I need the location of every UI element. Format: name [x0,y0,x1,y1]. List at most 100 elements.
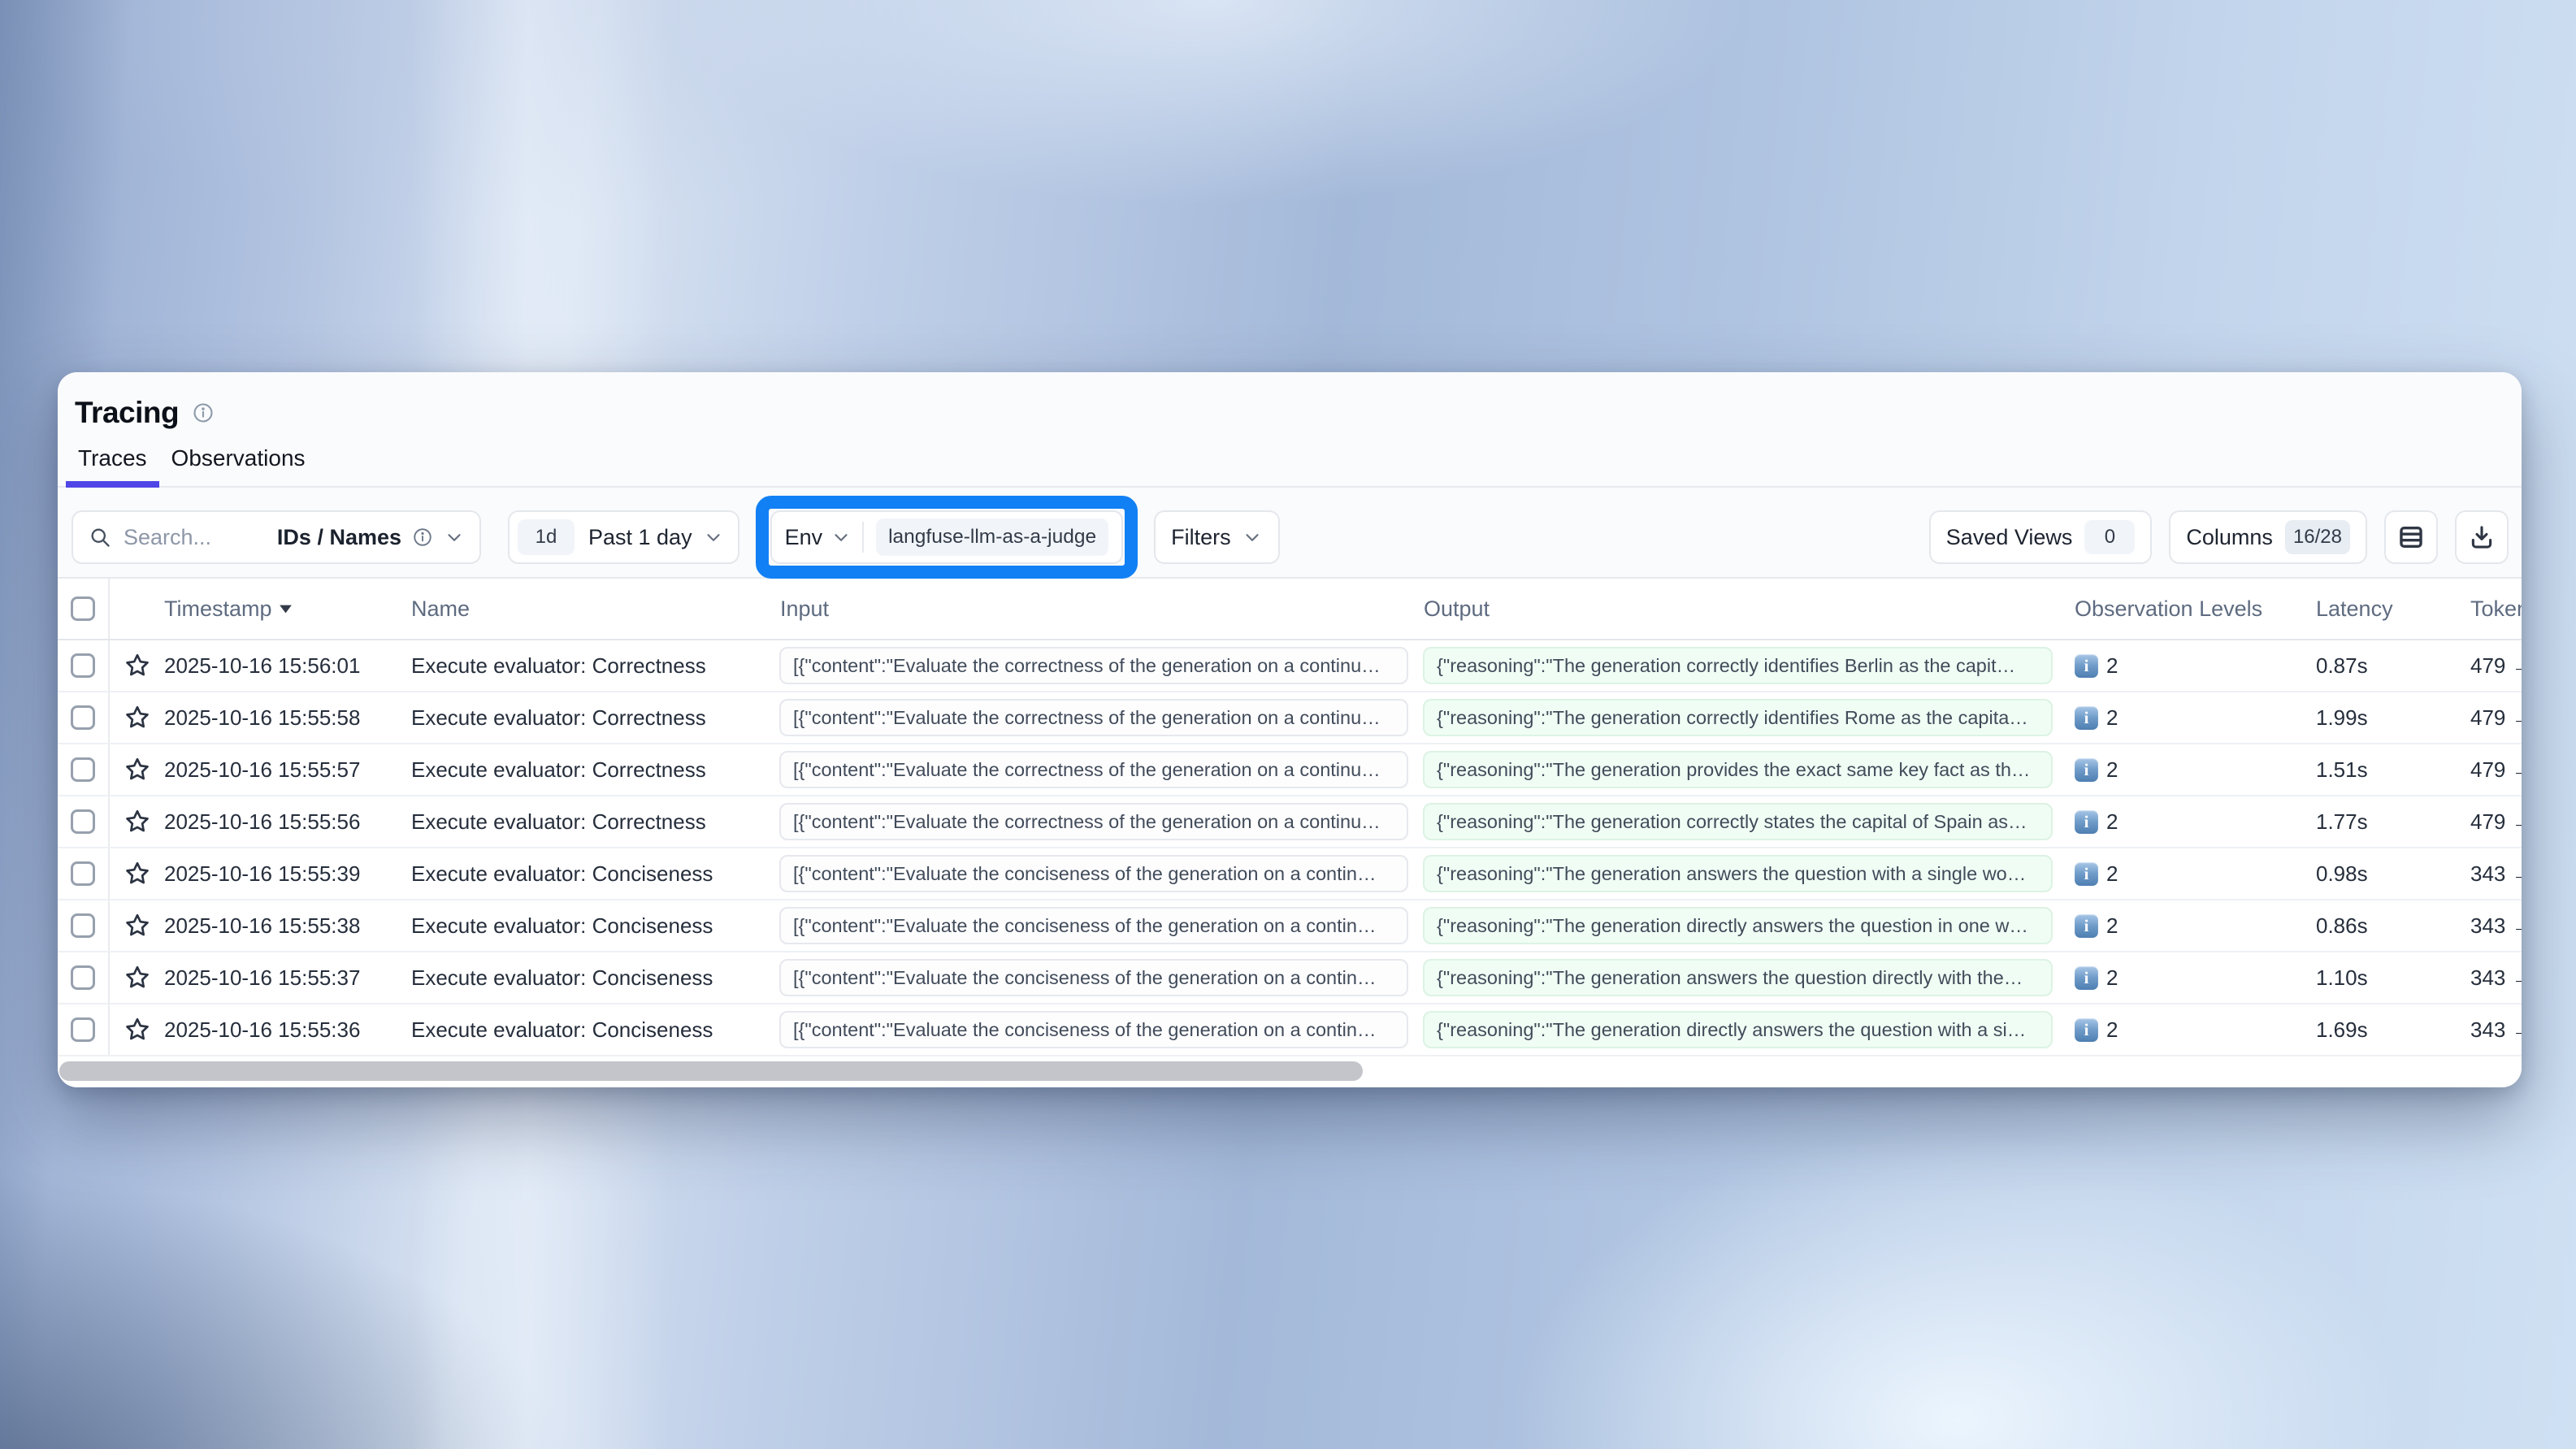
chevron-down-icon [703,527,724,548]
panel-header: Tracing Traces Observations Search... [58,372,2522,579]
col-tokens: Tokens [2430,597,2522,622]
table-row[interactable]: 2025-10-16 15:55:38 Execute evaluator: C… [58,900,2522,952]
chevron-down-icon [444,527,465,548]
tokens-cell: 343 → [2430,848,2522,899]
table-row[interactable]: 2025-10-16 15:55:57 Execute evaluator: C… [58,744,2522,796]
table-row[interactable]: 2025-10-16 15:55:39 Execute evaluator: C… [58,848,2522,900]
col-input: Input [776,597,1420,622]
tokens-cell: 343 → [2430,952,2522,1003]
timestamp-cell: 2025-10-16 15:55:57 [164,744,411,795]
star-icon[interactable] [124,652,151,679]
observation-count: 2 [2106,653,2118,679]
table-header: Timestamp Name Input Output Observation … [58,579,2522,640]
export-button[interactable] [2455,510,2509,564]
name-cell: Execute evaluator: Conciseness [411,900,776,951]
info-level-icon [2075,654,2098,678]
tokens-cell: 479 → [2430,692,2522,743]
scrollbar-thumb[interactable] [59,1061,1363,1081]
row-checkbox[interactable] [71,757,95,782]
tabs: Traces Observations [58,442,2522,488]
timestamp-cell: 2025-10-16 15:55:37 [164,952,411,1003]
observation-count: 2 [2106,757,2118,783]
star-icon[interactable] [124,808,151,835]
filters-button[interactable]: Filters [1154,510,1280,564]
output-preview: {"reasoning":"The generation correctly i… [1423,647,2053,684]
row-checkbox[interactable] [71,965,95,990]
star-icon[interactable] [124,860,151,887]
table-row[interactable]: 2025-10-16 15:55:56 Execute evaluator: C… [58,796,2522,848]
info-level-icon [2075,862,2098,886]
search-type-select[interactable]: IDs / Names [277,525,465,550]
tokens-cell: 479 → [2430,640,2522,691]
star-icon[interactable] [124,912,151,939]
star-icon[interactable] [124,1016,151,1043]
select-all-checkbox[interactable] [71,597,95,621]
row-checkbox-cell [58,640,110,691]
input-preview: [{"content":"Evaluate the conciseness of… [779,855,1408,892]
star-icon[interactable] [124,756,151,783]
row-checkbox[interactable] [71,913,95,938]
env-filter-button[interactable]: Env langfuse-llm-as-a-judge [770,510,1124,564]
search-input[interactable]: Search... IDs / Names [72,510,481,564]
select-all-cell [58,579,110,639]
table-row[interactable]: 2025-10-16 15:55:37 Execute evaluator: C… [58,952,2522,1004]
tab-observations[interactable]: Observations [159,442,318,486]
star-icon[interactable] [124,964,151,991]
table-row[interactable]: 2025-10-16 15:56:01 Execute evaluator: C… [58,640,2522,692]
observation-count: 2 [2106,965,2118,991]
timestamp-cell: 2025-10-16 15:55:39 [164,848,411,899]
name-cell: Execute evaluator: Correctness [411,796,776,847]
saved-views-button[interactable]: Saved Views 0 [1929,510,2153,564]
saved-views-label: Saved Views [1946,525,2073,550]
col-name: Name [411,597,776,622]
info-level-icon [2075,758,2098,782]
table-row[interactable]: 2025-10-16 15:55:36 Execute evaluator: C… [58,1004,2522,1056]
output-preview: {"reasoning":"The generation answers the… [1423,959,2053,996]
col-observation-levels: Observation Levels [2064,597,2300,622]
search-placeholder: Search... [124,525,211,550]
latency-cell: 1.51s [2300,744,2430,795]
page-title: Tracing [75,395,179,431]
output-preview: {"reasoning":"The generation answers the… [1423,855,2053,892]
input-preview: [{"content":"Evaluate the conciseness of… [779,1011,1408,1048]
row-checkbox-cell [58,796,110,847]
info-level-icon [2075,966,2098,990]
title-info-icon[interactable] [192,401,215,424]
table-row[interactable]: 2025-10-16 15:55:58 Execute evaluator: C… [58,692,2522,744]
info-level-icon [2075,706,2098,730]
input-preview: [{"content":"Evaluate the conciseness of… [779,907,1408,944]
timestamp-cell: 2025-10-16 15:56:01 [164,640,411,691]
tokens-cell: 479 → [2430,744,2522,795]
col-timestamp[interactable]: Timestamp [164,597,411,622]
tab-traces[interactable]: Traces [66,442,159,486]
columns-count-badge: 16/28 [2285,520,2350,554]
row-checkbox[interactable] [71,809,95,834]
latency-cell: 0.87s [2300,640,2430,691]
row-checkbox[interactable] [71,861,95,886]
row-checkbox-cell [58,692,110,743]
row-checkbox-cell [58,1004,110,1055]
latency-cell: 1.99s [2300,692,2430,743]
tokens-cell: 343 → [2430,900,2522,951]
name-cell: Execute evaluator: Correctness [411,640,776,691]
star-icon[interactable] [124,704,151,731]
sort-desc-icon [280,605,292,614]
name-cell: Execute evaluator: Conciseness [411,952,776,1003]
time-range-button[interactable]: 1d Past 1 day [508,510,739,564]
desktop: { "page": { "title": "Tracing" }, "tabs"… [0,0,2576,1449]
env-filter-highlight-box: Env langfuse-llm-as-a-judge [756,496,1138,579]
chevron-down-icon [830,527,852,548]
timestamp-cell: 2025-10-16 15:55:38 [164,900,411,951]
col-latency: Latency [2300,597,2430,622]
table-body: 2025-10-16 15:56:01 Execute evaluator: C… [58,640,2522,1056]
download-icon [2468,523,2496,551]
row-checkbox[interactable] [71,653,95,678]
tracing-panel: Tracing Traces Observations Search... [58,372,2522,1087]
row-checkbox[interactable] [71,705,95,730]
columns-button[interactable]: Columns 16/28 [2169,510,2367,564]
name-cell: Execute evaluator: Correctness [411,744,776,795]
latency-cell: 1.69s [2300,1004,2430,1055]
output-preview: {"reasoning":"The generation directly an… [1423,1011,2053,1048]
row-height-button[interactable] [2384,510,2438,564]
row-checkbox[interactable] [71,1017,95,1042]
